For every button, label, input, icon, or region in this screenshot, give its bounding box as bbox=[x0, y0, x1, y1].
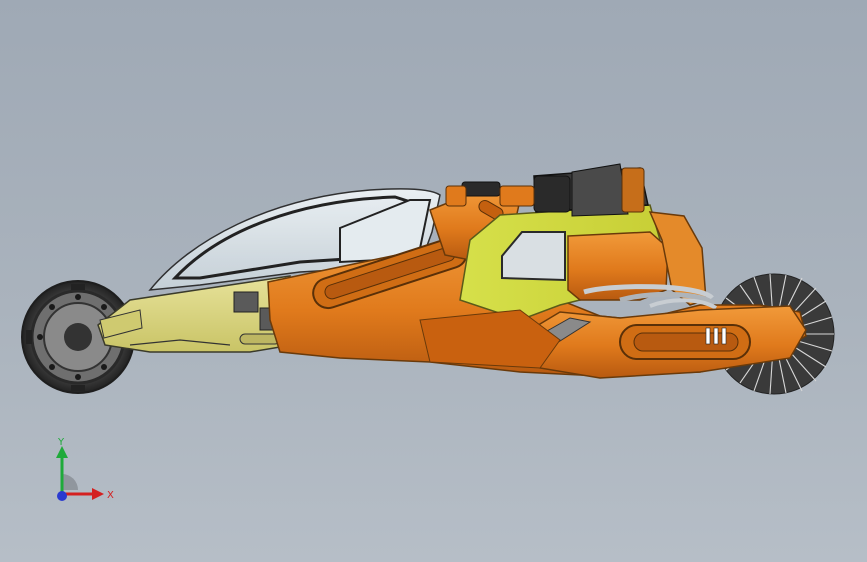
x-axis-label: X bbox=[107, 490, 114, 501]
cad-3d-viewport[interactable]: Y X bbox=[0, 0, 867, 562]
z-axis-icon bbox=[57, 491, 67, 501]
triad-plane-icon bbox=[62, 474, 78, 490]
coordinate-triad: Y X bbox=[56, 437, 114, 501]
spinner-vehicle-model[interactable] bbox=[0, 0, 867, 562]
y-axis-label: Y bbox=[57, 437, 65, 448]
